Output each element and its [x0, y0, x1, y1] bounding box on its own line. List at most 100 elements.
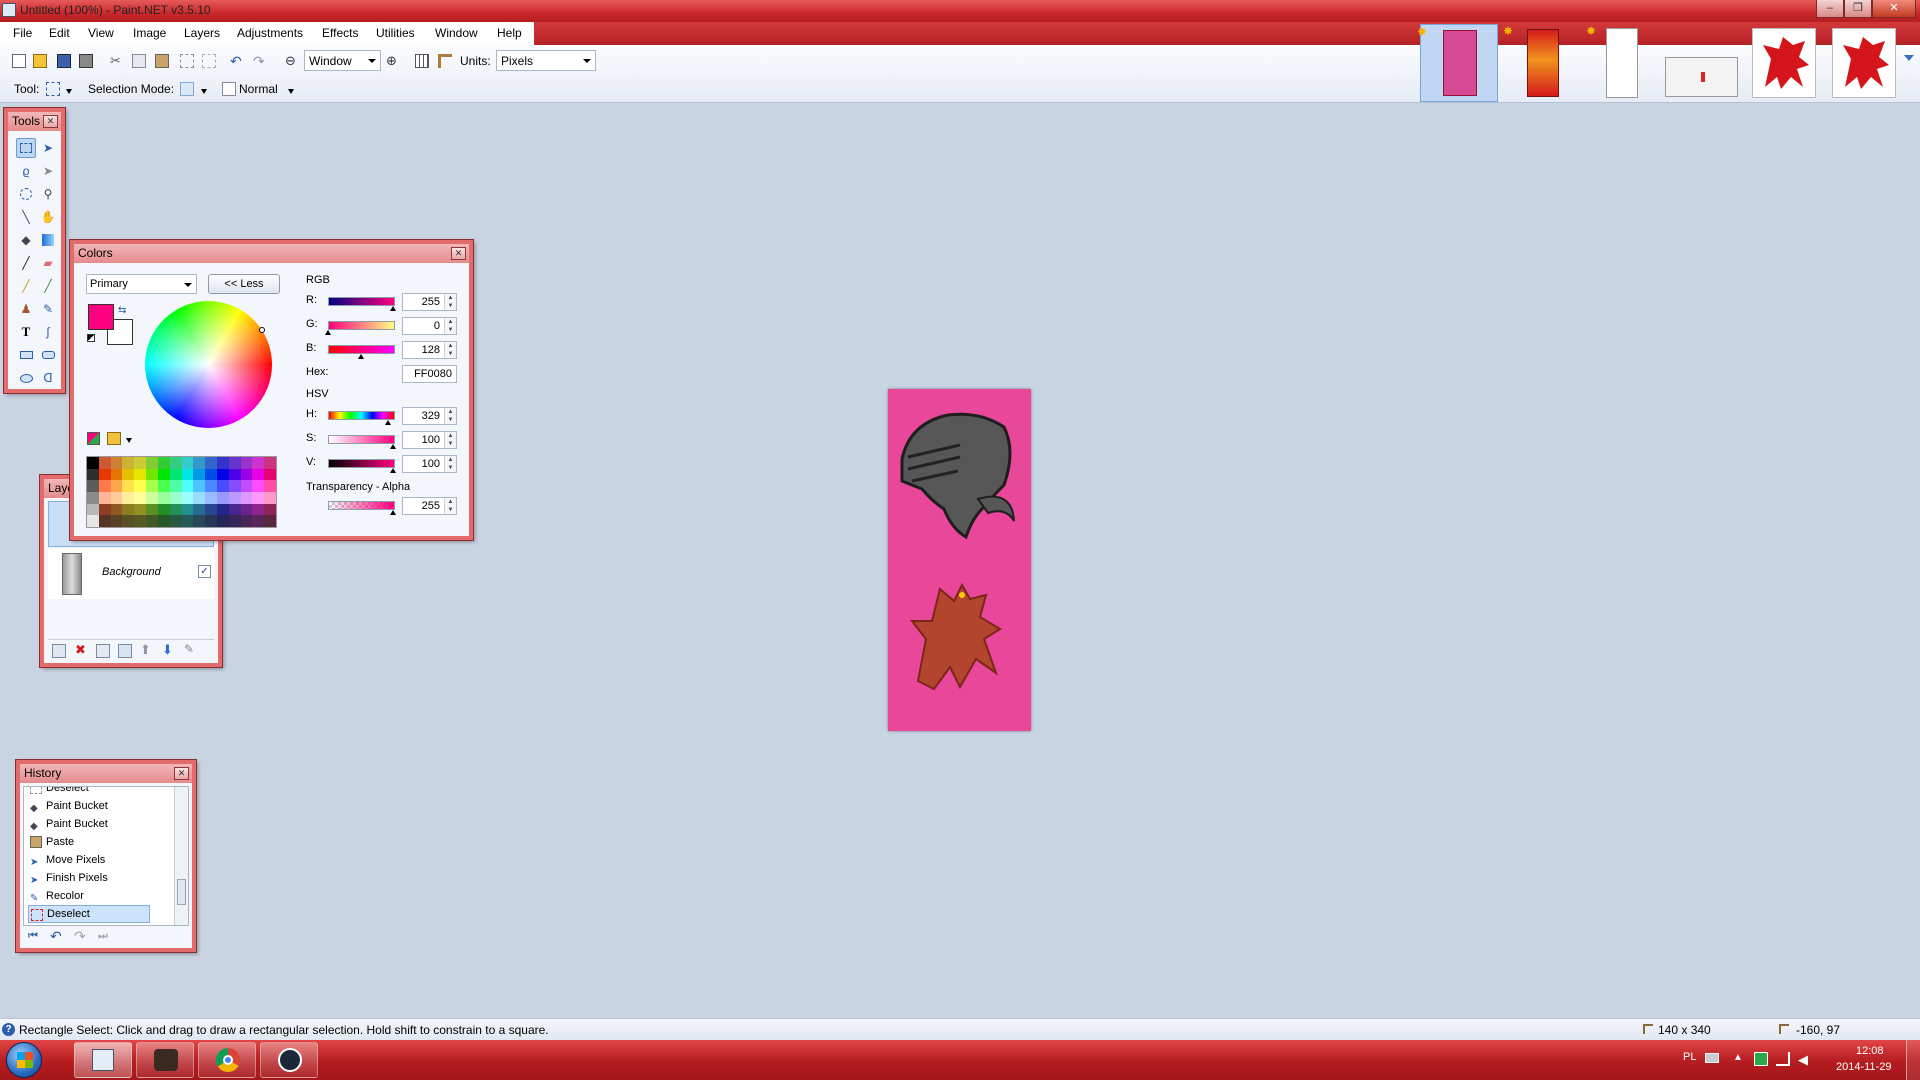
s-slider-handle[interactable] — [390, 444, 396, 449]
palette-swatch[interactable] — [228, 503, 241, 516]
paintbrush-tool[interactable]: ╱ — [16, 253, 36, 273]
new-icon[interactable] — [12, 54, 26, 68]
palette-swatch[interactable] — [157, 503, 170, 516]
palette-swatch[interactable] — [169, 480, 182, 492]
palette-swatch[interactable] — [134, 503, 147, 516]
palette-swatch[interactable] — [87, 492, 99, 504]
copy-icon[interactable] — [132, 54, 146, 68]
color-target-select[interactable]: Primary — [86, 274, 197, 294]
tray-app-icon[interactable] — [1754, 1052, 1768, 1066]
pencil-tool[interactable]: ╱ — [16, 276, 36, 296]
color-wheel[interactable] — [145, 301, 272, 428]
close-button[interactable]: ✕ — [1872, 0, 1916, 18]
menu-layers[interactable]: Layers — [184, 26, 220, 40]
palette-swatch[interactable] — [240, 492, 253, 504]
palette-swatch[interactable] — [146, 503, 158, 516]
line-curve-tool[interactable]: ∫ — [38, 322, 58, 342]
open-icon[interactable] — [33, 54, 47, 68]
history-item[interactable]: ◆ Paint Bucket — [28, 797, 150, 815]
spin-arrows-icon[interactable]: ▲ ▼ — [444, 342, 456, 358]
move-layer-up-icon[interactable]: ⬆ — [140, 642, 154, 657]
palette-swatch[interactable] — [122, 492, 135, 504]
palette-swatch[interactable] — [240, 515, 253, 527]
move-selected-tool[interactable]: ➤ — [38, 138, 58, 158]
zoom-in-icon[interactable]: ⊕ — [386, 54, 400, 68]
history-item[interactable]: Deselect — [28, 787, 150, 797]
palette-swatch[interactable] — [157, 492, 170, 504]
undo-icon[interactable]: ↶ — [230, 54, 244, 68]
spin-arrows-icon[interactable]: ▲ ▼ — [444, 456, 456, 472]
b-input[interactable]: 128 ▲ ▼ — [402, 341, 457, 359]
chevron-down-icon[interactable] — [126, 438, 132, 443]
palette-swatch[interactable] — [240, 480, 253, 492]
palette-swatch[interactable] — [122, 480, 135, 492]
history-item-selected[interactable]: Deselect — [28, 905, 150, 923]
palette-swatch[interactable] — [169, 515, 182, 527]
language-indicator[interactable]: PL — [1683, 1051, 1696, 1063]
palette-swatch[interactable] — [216, 492, 229, 504]
palette-swatch[interactable] — [216, 515, 229, 527]
history-item[interactable]: ✎ Recolor — [28, 887, 150, 905]
history-last-icon[interactable]: ⏭ — [98, 930, 108, 943]
spin-arrows-icon[interactable]: ▲ ▼ — [444, 432, 456, 448]
blend-mode-icon[interactable] — [222, 82, 236, 96]
history-item[interactable]: ➤ Move Pixels — [28, 851, 150, 869]
palette-swatch[interactable] — [98, 503, 111, 516]
palette-swatch[interactable] — [205, 515, 217, 527]
g-slider-handle[interactable] — [325, 330, 331, 335]
palette-swatch[interactable] — [87, 503, 99, 516]
palette-swatch[interactable] — [228, 480, 241, 492]
palette-swatch[interactable] — [181, 480, 194, 492]
clone-stamp-tool[interactable]: ♟ — [16, 299, 36, 319]
add-to-palette-icon[interactable] — [87, 432, 100, 445]
palette-swatch[interactable] — [252, 457, 265, 469]
layer-properties-icon[interactable]: ✎ — [184, 642, 198, 656]
palette-swatch[interactable] — [87, 468, 99, 481]
less-button[interactable]: << Less — [208, 274, 280, 294]
alpha-slider[interactable] — [328, 501, 395, 510]
h-slider[interactable] — [328, 411, 395, 420]
palette-swatch[interactable] — [98, 515, 111, 527]
units-combo[interactable]: Pixels — [496, 50, 596, 71]
palette-swatch[interactable] — [181, 492, 194, 504]
rulers-icon[interactable] — [438, 54, 452, 68]
b-slider[interactable] — [328, 345, 395, 354]
spin-arrows-icon[interactable]: ▲ ▼ — [444, 294, 456, 310]
palette-swatch[interactable] — [264, 468, 276, 481]
image-tab-1[interactable]: ✸ — [1417, 24, 1498, 102]
rounded-rectangle-tool[interactable] — [38, 345, 58, 365]
palette-swatch[interactable] — [134, 468, 147, 481]
menu-window[interactable]: Window — [435, 26, 478, 40]
palette-swatch[interactable] — [134, 480, 147, 492]
palette-swatch[interactable] — [193, 480, 206, 492]
palette-swatch[interactable] — [264, 515, 276, 527]
taskbar-game[interactable] — [136, 1042, 194, 1078]
g-input[interactable]: 0 ▲ ▼ — [402, 317, 457, 335]
palette-swatch[interactable] — [122, 468, 135, 481]
image-tab-6[interactable] — [1830, 24, 1898, 102]
palette-swatch[interactable] — [193, 468, 206, 481]
history-redo-icon[interactable]: ↷ — [74, 928, 86, 945]
menu-effects[interactable]: Effects — [322, 26, 358, 40]
history-item[interactable]: Paste — [28, 833, 150, 851]
palette-swatch[interactable] — [146, 457, 158, 469]
palette-swatch[interactable] — [252, 492, 265, 504]
palette-swatch[interactable] — [122, 457, 135, 469]
palette-swatch[interactable] — [205, 468, 217, 481]
alpha-slider-handle[interactable] — [390, 510, 396, 515]
crop-icon[interactable] — [180, 54, 194, 68]
ellipse-tool[interactable] — [16, 368, 36, 388]
keyboard-icon[interactable] — [1705, 1053, 1719, 1063]
b-slider-handle[interactable] — [358, 354, 364, 359]
palette-swatch[interactable] — [193, 457, 206, 469]
spin-arrows-icon[interactable]: ▲ ▼ — [444, 318, 456, 334]
palette-swatch[interactable] — [169, 457, 182, 469]
g-slider[interactable] — [328, 321, 395, 330]
palette-swatch[interactable] — [110, 503, 123, 516]
eraser-tool[interactable]: ▰ — [38, 253, 58, 273]
palette-swatch[interactable] — [87, 480, 99, 492]
move-layer-down-icon[interactable]: ⬇ — [162, 642, 176, 657]
start-button[interactable] — [6, 1042, 42, 1078]
palette-swatch[interactable] — [216, 503, 229, 516]
palette-swatch[interactable] — [157, 468, 170, 481]
